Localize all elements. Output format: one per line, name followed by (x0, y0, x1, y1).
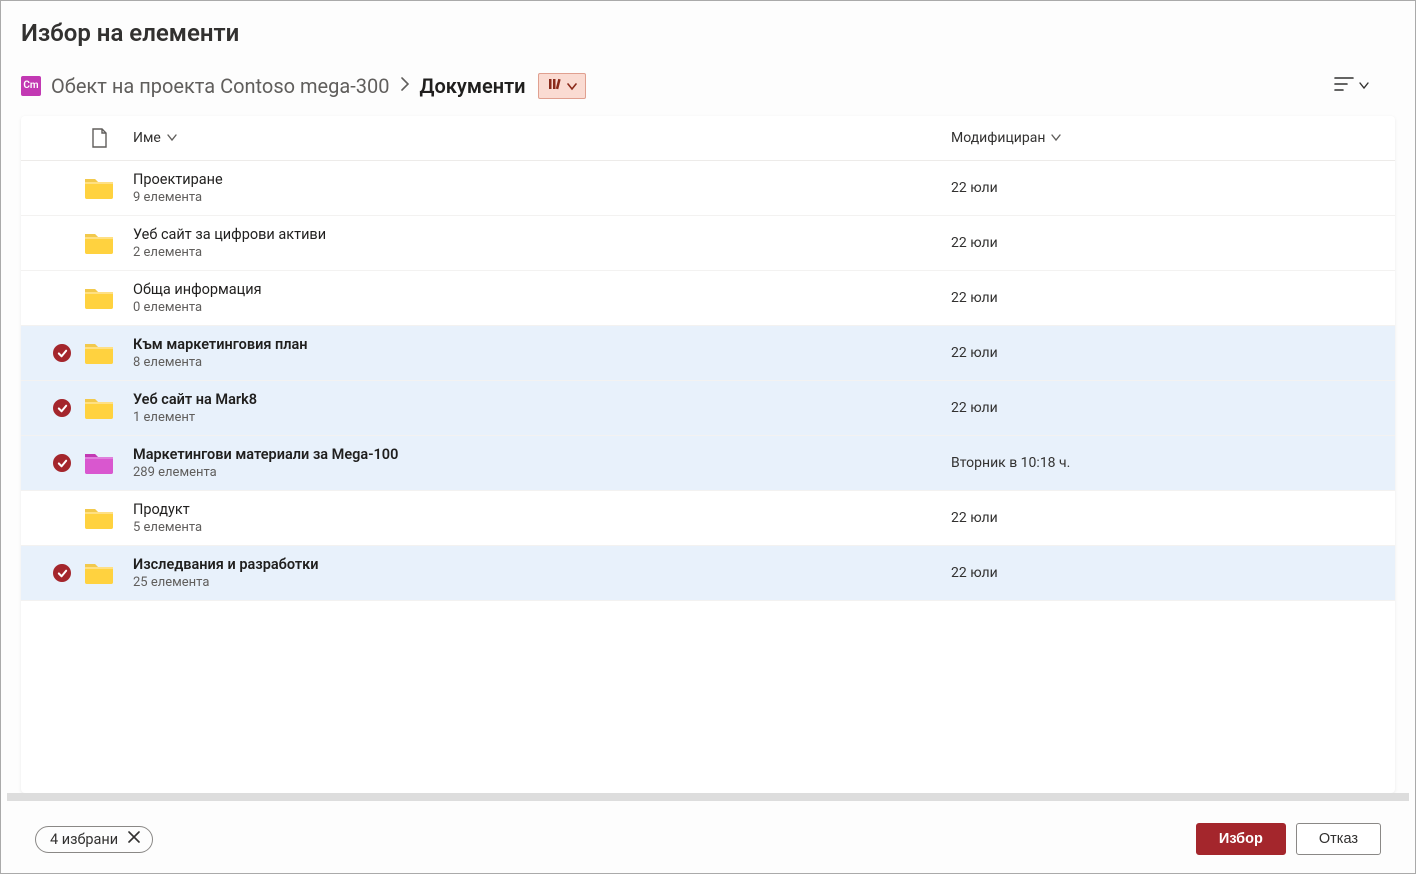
cancel-button[interactable]: Отказ (1296, 823, 1381, 855)
table-row[interactable]: Към маркетинговия план 8 елемента 22 юли (21, 326, 1395, 381)
row-checkbox[interactable] (53, 344, 71, 362)
dialog-header: Избор на елементи (1, 1, 1415, 51)
table-row[interactable]: Уеб сайт за цифрови активи 2 елемента 22… (21, 216, 1395, 271)
library-dropdown[interactable] (538, 73, 586, 99)
document-type-icon (79, 128, 119, 148)
file-list: Име Модифициран Проектиране 9 елемента (21, 116, 1395, 793)
chevron-down-icon (567, 77, 577, 95)
site-badge-icon: Cm (21, 76, 41, 96)
folder-icon (79, 395, 119, 421)
breadcrumb: Cm Обект на проекта Contoso mega-300 Док… (21, 73, 586, 99)
library-icon (547, 76, 563, 96)
row-checkbox[interactable] (53, 399, 71, 417)
breadcrumb-current: Документи (420, 74, 526, 98)
table-row[interactable]: Продукт 5 елемента 22 юли (21, 491, 1395, 546)
selection-chip[interactable]: 4 избрани (35, 826, 153, 853)
folder-icon (79, 505, 119, 531)
dialog-title: Избор на елементи (21, 19, 1395, 47)
item-modified: 22 юли (951, 290, 998, 306)
table-row[interactable]: Обща информация 0 елемента 22 юли (21, 271, 1395, 326)
item-modified: 22 юли (951, 180, 998, 196)
chevron-down-icon (1359, 78, 1369, 93)
row-checkbox[interactable] (53, 509, 71, 527)
file-rows: Проектиране 9 елемента 22 юли Уеб сайт з… (21, 161, 1395, 601)
dialog-footer: 4 избрани Избор Отказ (1, 801, 1415, 873)
column-header-row: Име Модифициран (21, 116, 1395, 161)
item-name: Уеб сайт за цифрови активи (133, 226, 951, 243)
column-header-modified[interactable]: Модифициран (951, 130, 1371, 146)
folder-icon (79, 230, 119, 256)
item-modified: Вторник в 10:18 ч. (951, 455, 1070, 471)
table-row[interactable]: Маркетингови материали за Mega-100 289 е… (21, 436, 1395, 491)
item-picker-dialog: Избор на елементи Cm Обект на проекта Co… (0, 0, 1416, 874)
column-header-modified-label: Модифициран (951, 130, 1045, 146)
item-name: Продукт (133, 501, 951, 518)
item-modified: 22 юли (951, 565, 998, 581)
item-subtitle: 289 елемента (133, 465, 951, 480)
horizontal-scrollbar[interactable] (7, 793, 1409, 801)
row-checkbox[interactable] (53, 454, 71, 472)
item-modified: 22 юли (951, 510, 998, 526)
chevron-down-icon (1051, 132, 1061, 145)
filter-button[interactable] (1327, 69, 1375, 102)
folder-icon (79, 340, 119, 366)
folder-icon (79, 560, 119, 586)
column-header-name[interactable]: Име (119, 130, 951, 146)
item-name: Уеб сайт на Mark8 (133, 391, 951, 408)
item-modified: 22 юли (951, 345, 998, 361)
table-row[interactable]: Проектиране 9 елемента 22 юли (21, 161, 1395, 216)
item-name: Обща информация (133, 281, 951, 298)
item-modified: 22 юли (951, 400, 998, 416)
row-checkbox[interactable] (53, 289, 71, 307)
filter-icon (1333, 75, 1355, 96)
item-subtitle: 9 елемента (133, 190, 951, 205)
column-header-name-label: Име (133, 130, 161, 146)
breadcrumb-root[interactable]: Обект на проекта Contoso mega-300 (51, 74, 390, 98)
item-modified: 22 юли (951, 235, 998, 251)
item-name: Изследвания и разработки (133, 556, 951, 573)
item-subtitle: 0 елемента (133, 300, 951, 315)
selection-count-label: 4 избрани (50, 831, 118, 848)
row-checkbox[interactable] (53, 179, 71, 197)
item-name: Маркетингови материали за Mega-100 (133, 446, 951, 463)
footer-buttons: Избор Отказ (1196, 823, 1381, 855)
chevron-right-icon (400, 77, 410, 95)
item-subtitle: 1 елемент (133, 410, 951, 425)
chevron-down-icon (167, 132, 177, 145)
item-subtitle: 25 елемента (133, 575, 951, 590)
table-row[interactable]: Уеб сайт на Mark8 1 елемент 22 юли (21, 381, 1395, 436)
row-checkbox[interactable] (53, 234, 71, 252)
item-name: Проектиране (133, 171, 951, 188)
folder-icon (79, 175, 119, 201)
item-subtitle: 2 елемента (133, 245, 951, 260)
item-name: Към маркетинговия план (133, 336, 951, 353)
folder-icon (79, 450, 119, 476)
item-subtitle: 5 елемента (133, 520, 951, 535)
select-button[interactable]: Избор (1196, 823, 1286, 855)
folder-icon (79, 285, 119, 311)
row-checkbox[interactable] (53, 564, 71, 582)
item-subtitle: 8 елемента (133, 355, 951, 370)
breadcrumb-row: Cm Обект на проекта Contoso mega-300 Док… (1, 51, 1415, 116)
table-row[interactable]: Изследвания и разработки 25 елемента 22 … (21, 546, 1395, 601)
clear-selection-icon[interactable] (128, 831, 140, 847)
